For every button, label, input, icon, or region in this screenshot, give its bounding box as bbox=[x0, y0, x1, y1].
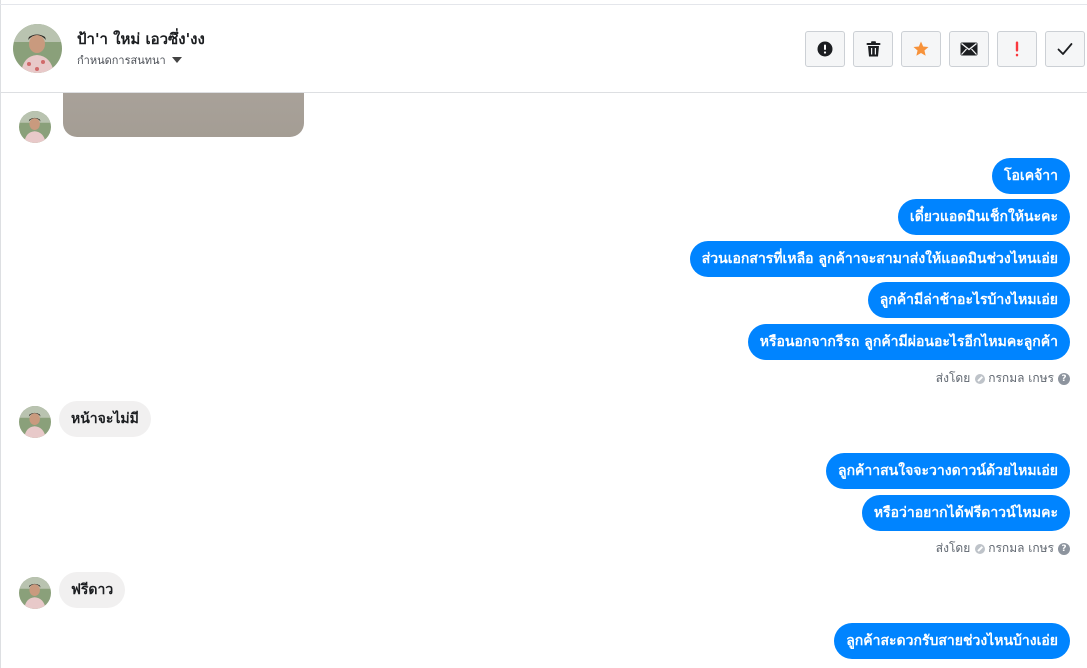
outgoing-message[interactable]: ส่วนเอกสารที่เหลือ ลูกค้าาจะสามาส่งให้แอ… bbox=[689, 241, 1070, 277]
assign-conversation-dropdown[interactable]: กำหนดการสนทนา bbox=[77, 51, 182, 69]
image-attachment[interactable] bbox=[63, 93, 304, 137]
follow-up-button[interactable] bbox=[901, 31, 941, 67]
sent-by-label: ส่งโดย กรกมล เกษร ? bbox=[936, 369, 1070, 388]
incoming-message[interactable]: ฟรีดาว bbox=[59, 572, 126, 608]
sender-name[interactable]: กรกมล เกษร bbox=[988, 369, 1054, 388]
contact-avatar[interactable] bbox=[13, 24, 62, 73]
outgoing-message[interactable]: หรือว่าอยากได้ฟรีดาวน์ไหมคะ bbox=[861, 495, 1070, 531]
help-icon[interactable]: ? bbox=[1058, 372, 1070, 385]
contact-name[interactable]: ป้า'า ใหม่ เอวซึ่ง'งง bbox=[77, 27, 205, 51]
contact-avatar-small bbox=[19, 406, 51, 438]
verified-check-icon bbox=[975, 543, 986, 554]
mark-done-button[interactable] bbox=[1045, 31, 1085, 67]
contact-avatar-small bbox=[19, 577, 51, 609]
outgoing-message[interactable]: โอเคจ้าา bbox=[991, 158, 1070, 194]
checkmark-icon bbox=[1057, 43, 1073, 55]
sent-by-label: ส่งโดย กรกมล เกษร ? bbox=[936, 539, 1070, 558]
outgoing-message[interactable]: ลูกค้ามีล่าช้าอะไรบ้างไหมเอ่ย bbox=[867, 282, 1070, 318]
trash-icon bbox=[866, 41, 880, 57]
exclamation-icon bbox=[1015, 41, 1019, 57]
outgoing-message[interactable]: ลูกค้าาสนใจจะวางดาวน์ด้วยไหมเอ่ย bbox=[825, 453, 1070, 489]
priority-button[interactable] bbox=[997, 31, 1037, 67]
verified-check-icon bbox=[975, 373, 986, 384]
contact-avatar-small bbox=[19, 111, 51, 143]
conversation-toolbar bbox=[797, 31, 1085, 67]
outgoing-message[interactable]: หรือนอกจากรีรถ ลูกค้ามีผ่อนอะไรอีกไหมคะล… bbox=[747, 324, 1070, 360]
outgoing-message[interactable]: เดี๋ยวแอดมินเช็กให้นะคะ bbox=[897, 199, 1070, 235]
message-thread[interactable]: โอเคจ้าา เดี๋ยวแอดมินเช็กให้นะคะ ส่วนเอก… bbox=[1, 93, 1087, 668]
caret-down-icon bbox=[171, 57, 182, 63]
star-icon bbox=[913, 41, 929, 56]
delete-button[interactable] bbox=[853, 31, 893, 67]
outgoing-message[interactable]: ลูกค้าสะดวกรับสายช่วงไหนบ้างเอ่ย bbox=[834, 623, 1070, 659]
assign-label: กำหนดการสนทนา bbox=[77, 54, 166, 67]
spam-button[interactable] bbox=[805, 31, 845, 67]
conversation-header: ป้า'า ใหม่ เอวซึ่ง'งง กำหนดการสนทนา bbox=[1, 5, 1087, 93]
help-icon[interactable]: ? bbox=[1058, 542, 1070, 555]
incoming-message[interactable]: หน้าจะไม่มี bbox=[59, 401, 151, 437]
mark-unread-button[interactable] bbox=[949, 31, 989, 67]
alert-circle-icon bbox=[817, 41, 833, 57]
sender-name[interactable]: กรกมล เกษร bbox=[988, 539, 1054, 558]
envelope-icon bbox=[960, 42, 978, 56]
